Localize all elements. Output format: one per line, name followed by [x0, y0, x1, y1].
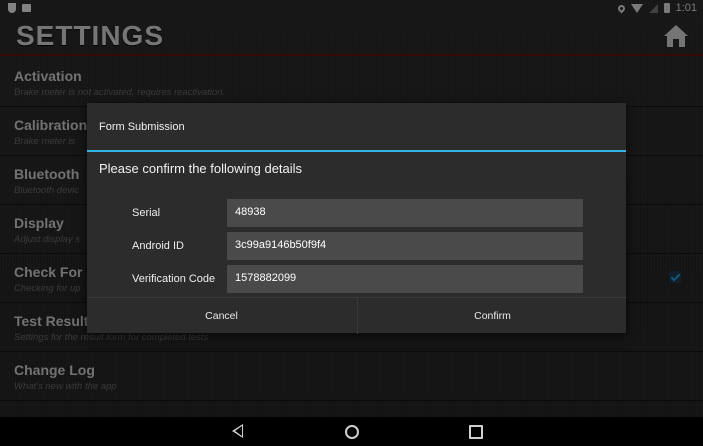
form-submission-dialog: Form Submission Please confirm the follo… [87, 103, 626, 334]
dialog-title-divider [87, 150, 626, 152]
verification-code-field[interactable]: 1578882099 [227, 265, 583, 293]
back-icon[interactable] [232, 424, 243, 438]
home-circle-icon[interactable] [345, 425, 359, 439]
dialog-title: Form Submission [99, 121, 185, 133]
confirm-button[interactable]: Confirm [357, 298, 627, 334]
serial-field[interactable]: 48938 [227, 199, 583, 227]
android-id-field[interactable]: 3c99a9146b50f9f4 [227, 232, 583, 260]
dialog-button-bar: Cancel Confirm [87, 297, 626, 334]
serial-value: 48938 [235, 206, 266, 218]
android-id-value: 3c99a9146b50f9f4 [235, 239, 327, 251]
serial-label: Serial [132, 207, 161, 219]
dialog-message: Please confirm the following details [99, 161, 303, 176]
settings-screen: 1:01 SETTINGS Activation Brake meter is … [0, 0, 703, 446]
verification-code-value: 1578882099 [235, 272, 297, 284]
cancel-button[interactable]: Cancel [87, 298, 356, 334]
system-nav-bar [0, 417, 703, 446]
android-id-label: Android ID [132, 240, 184, 252]
verification-code-label: Verification Code [132, 273, 216, 285]
recent-apps-icon[interactable] [469, 425, 483, 439]
